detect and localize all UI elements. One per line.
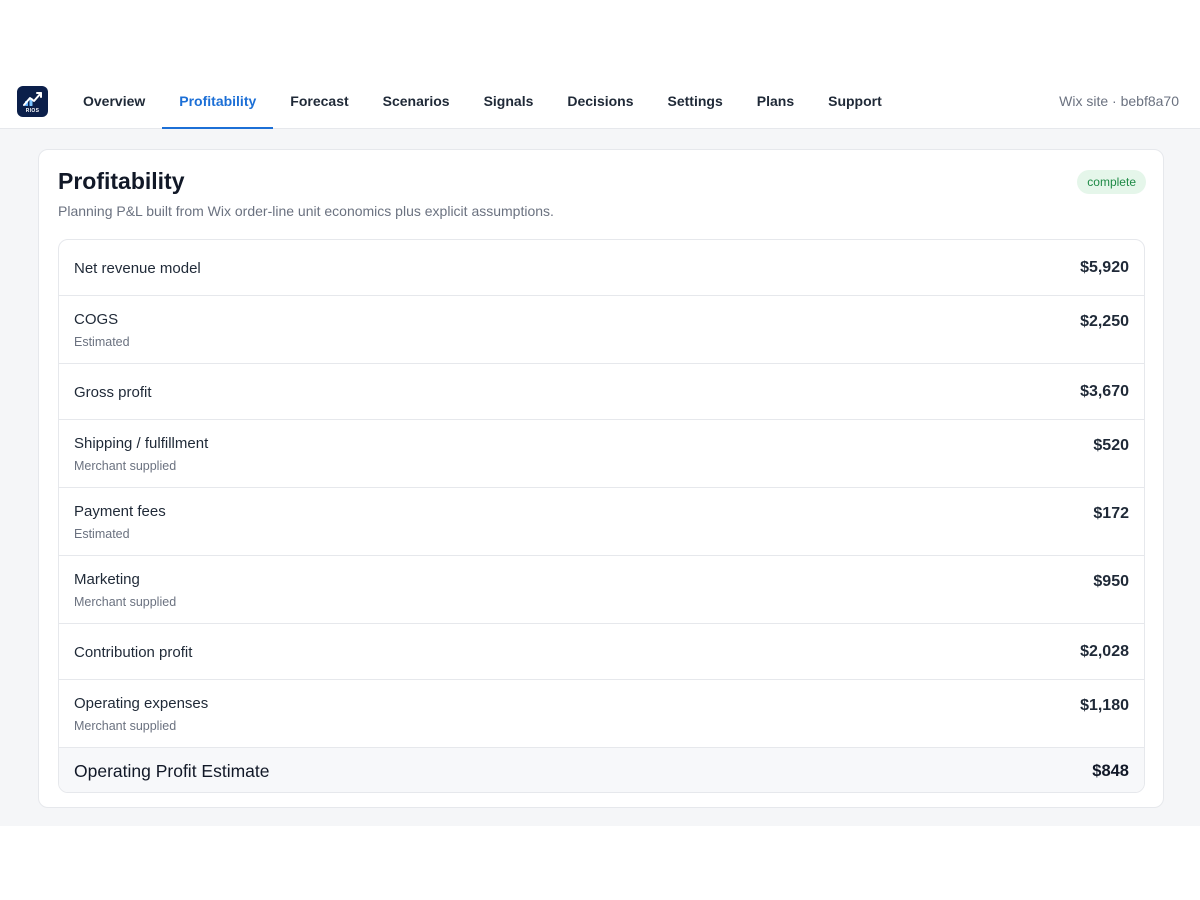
row-value: $172 [1093, 505, 1129, 522]
tab-settings[interactable]: Settings [651, 72, 740, 129]
pl-table: Net revenue model $5,920 COGS Estimated … [58, 239, 1145, 793]
row-label: Net revenue model [74, 260, 201, 277]
row-value: $2,250 [1080, 313, 1129, 330]
pl-row-operating-profit-total: Operating Profit Estimate $848 [59, 748, 1144, 792]
pl-row-marketing: Marketing Merchant supplied $950 [59, 556, 1144, 624]
profitability-card: Profitability complete Planning P&L buil… [38, 149, 1164, 808]
total-label: Operating Profit Estimate [74, 761, 270, 781]
tab-support[interactable]: Support [811, 72, 899, 129]
status-badge: complete [1077, 170, 1146, 194]
tab-plans[interactable]: Plans [740, 72, 811, 129]
pl-row-cogs: COGS Estimated $2,250 [59, 296, 1144, 364]
row-label: Marketing [74, 571, 140, 588]
pl-row-shipping: Shipping / fulfillment Merchant supplied… [59, 420, 1144, 488]
row-value: $520 [1093, 437, 1129, 454]
logo-wordmark: RIOS [25, 108, 40, 114]
row-source-note: Merchant supplied [74, 595, 177, 609]
row-label: Gross profit [74, 384, 152, 401]
nav-tabs: Overview Profitability Forecast Scenario… [66, 72, 899, 129]
row-label: Contribution profit [74, 644, 193, 661]
total-value: $848 [1092, 762, 1129, 780]
tab-forecast[interactable]: Forecast [273, 72, 365, 129]
pl-row-contribution-profit: Contribution profit $2,028 [59, 624, 1144, 680]
app-logo[interactable]: RIOS [17, 86, 48, 117]
tab-scenarios[interactable]: Scenarios [366, 72, 467, 129]
row-source-note: Estimated [74, 335, 130, 349]
row-value: $1,180 [1080, 697, 1129, 714]
tab-signals[interactable]: Signals [467, 72, 551, 129]
row-label: Payment fees [74, 503, 166, 520]
row-source-note: Merchant supplied [74, 459, 177, 473]
page-subtitle: Planning P&L built from Wix order-line u… [58, 203, 554, 219]
app-shell: RIOS Overview Profitability Forecast Sce… [0, 72, 1200, 826]
tab-profitability[interactable]: Profitability [162, 72, 274, 129]
row-source-note: Merchant supplied [74, 719, 177, 733]
row-label: Operating expenses [74, 695, 209, 712]
row-label: Shipping / fulfillment [74, 435, 209, 452]
top-navigation: RIOS Overview Profitability Forecast Sce… [0, 72, 1200, 129]
row-value: $2,028 [1080, 643, 1129, 660]
row-value: $950 [1093, 573, 1129, 590]
row-source-note: Estimated [74, 527, 130, 541]
tab-decisions[interactable]: Decisions [550, 72, 650, 129]
pl-row-operating-expenses: Operating expenses Merchant supplied $1,… [59, 680, 1144, 748]
site-identifier: Wix site · bebf8a70 [1059, 92, 1179, 109]
pl-row-gross-profit: Gross profit $3,670 [59, 364, 1144, 420]
pl-row-payment-fees: Payment fees Estimated $172 [59, 488, 1144, 556]
pl-row-net-revenue: Net revenue model $5,920 [59, 240, 1144, 296]
tab-overview[interactable]: Overview [66, 72, 162, 129]
row-value: $5,920 [1080, 259, 1129, 276]
row-value: $3,670 [1080, 383, 1129, 400]
page-title: Profitability [58, 168, 185, 194]
row-label: COGS [74, 311, 119, 328]
